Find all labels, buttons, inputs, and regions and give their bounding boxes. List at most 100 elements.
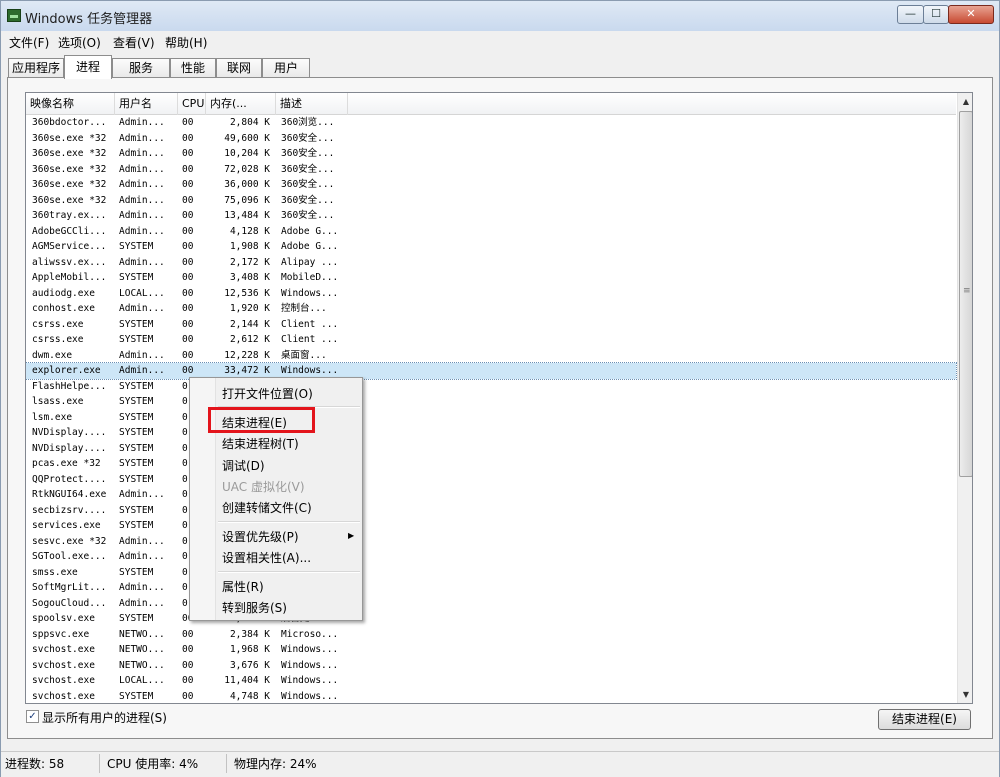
- status-divider: [99, 754, 100, 773]
- table-row[interactable]: smss.exe SYSTEM 0: [26, 565, 956, 581]
- title-bar[interactable]: Windows 任务管理器 — ☐ ✕: [1, 1, 999, 31]
- table-row[interactable]: 360se.exe *32 Admin... 00 10,204 K 360安全...: [26, 146, 956, 162]
- tab-users[interactable]: 用户: [262, 58, 310, 78]
- column-cpu[interactable]: CPU: [178, 93, 206, 115]
- table-row[interactable]: spoolsv.exeSYSTEM005,292 K后台处...: [26, 611, 956, 627]
- tab-applications[interactable]: 应用程序: [8, 58, 64, 78]
- show-all-users-label[interactable]: 显示所有用户的进程(S): [42, 709, 167, 726]
- tab-performance[interactable]: 性能: [170, 58, 216, 78]
- cell-image-name: NVDisplay....: [32, 427, 107, 438]
- ctx-set-priority[interactable]: 设置优先级(P): [222, 528, 299, 545]
- table-row[interactable]: svchost.exe NETWO... 00 3,676 K Windows...: [26, 658, 956, 674]
- table-row[interactable]: 360se.exe *32 Admin... 00 75,096 K 360安全...: [26, 193, 956, 209]
- window-title: Windows 任务管理器: [25, 12, 153, 27]
- cell-user-name: Admin...: [119, 225, 165, 237]
- column-user-name[interactable]: 用户名: [115, 93, 178, 115]
- table-row[interactable]: NVDisplay.... SYSTEM 0: [26, 425, 956, 441]
- table-row[interactable]: AdobeGCCli... Admin... 00 4,128 K Adobe G...: [26, 224, 956, 240]
- table-row[interactable]: csrss.exe SYSTEM 00 2,144 K Client ...: [26, 317, 956, 333]
- cell-memory: 3,676 K: [229, 659, 270, 671]
- scroll-up-icon[interactable]: ▲: [958, 93, 972, 110]
- table-row[interactable]: FlashHelpe... SYSTEM 0: [26, 379, 956, 395]
- cell-image-name: AppleMobil...: [32, 272, 107, 283]
- cell-image-name: dwm.exe: [32, 349, 73, 361]
- ctx-end-process-tree[interactable]: 结束进程树(T): [222, 435, 299, 452]
- table-row[interactable]: SoftMgrLit... Admin... 0: [26, 580, 956, 596]
- end-process-button[interactable]: 结束进程(E): [878, 709, 971, 730]
- table-row[interactable]: lsass.exe SYSTEM 0: [26, 394, 956, 410]
- table-row[interactable]: secbizsrv.... SYSTEM 0: [26, 503, 956, 519]
- ctx-properties[interactable]: 属性(R): [222, 578, 264, 595]
- table-row[interactable]: NVDisplay.... SYSTEM 0: [26, 441, 956, 457]
- cell-cpu: 00: [182, 179, 194, 190]
- cell-user-name: SYSTEM: [119, 334, 154, 345]
- cell-image-name: svchost.exe: [32, 690, 95, 702]
- table-row[interactable]: 360tray.ex... Admin... 00 13,484 K 360安全...: [26, 208, 956, 224]
- table-row[interactable]: lsm.exe SYSTEM 0: [26, 410, 956, 426]
- cell-user-name: SYSTEM: [119, 613, 154, 624]
- table-row[interactable]: 360bdoctor... Admin... 00 2,804 K 360浏览...: [26, 115, 956, 131]
- table-row[interactable]: SogouCloud... Admin... 0: [26, 596, 956, 612]
- cell-user-name: SYSTEM: [119, 380, 154, 392]
- tab-processes[interactable]: 进程: [64, 55, 112, 79]
- menu-help[interactable]: 帮助(H): [165, 34, 207, 51]
- cell-description: Windows...: [281, 287, 339, 299]
- table-row[interactable]: RtkNGUI64.exe Admin... 0: [26, 487, 956, 503]
- tab-networking[interactable]: 联网: [216, 58, 262, 78]
- cell-description: Alipay ...: [281, 256, 339, 268]
- table-row[interactable]: 360se.exe *32 Admin... 00 72,028 K 360安全...: [26, 162, 956, 178]
- table-row[interactable]: dwm.exe Admin... 00 12,228 K 桌面窗...: [26, 348, 956, 364]
- vertical-scrollbar[interactable]: ▲ ≡ ▼: [957, 93, 972, 703]
- cell-memory: 36,000 K: [224, 179, 270, 190]
- cell-image-name: secbizsrv....: [32, 504, 107, 516]
- close-button[interactable]: ✕: [948, 5, 994, 24]
- table-row[interactable]: sppsvc.exe NETWO... 00 2,384 K Microso...: [26, 627, 956, 643]
- table-row[interactable]: AGMService... SYSTEM 00 1,908 K Adobe G...: [26, 239, 956, 255]
- tab-services[interactable]: 服务: [112, 58, 170, 78]
- cell-image-name: sesvc.exe *32: [32, 535, 107, 547]
- cell-cpu: 00: [182, 163, 194, 175]
- cell-memory: 2,384 K: [229, 628, 270, 640]
- process-list[interactable]: ▲ 映像名称 用户名 CPU 内存(... 描述 360bdoctor... Ad…: [25, 92, 973, 704]
- table-row[interactable]: audiodg.exe LOCAL... 00 12,536 K Windows...: [26, 286, 956, 302]
- grip-icon: ≡: [963, 286, 971, 296]
- scroll-thumb[interactable]: ≡: [959, 111, 972, 477]
- table-row[interactable]: aliwssv.ex... Admin... 00 2,172 K Alipay ...: [26, 255, 956, 271]
- column-memory[interactable]: 内存(...: [206, 93, 276, 115]
- table-row[interactable]: csrss.exe SYSTEM 00 2,612 K Client ...: [26, 332, 956, 348]
- cell-image-name: NVDisplay....: [32, 442, 107, 454]
- ctx-open-file-location[interactable]: 打开文件位置(O): [222, 385, 313, 402]
- menu-file[interactable]: 文件(F): [9, 34, 49, 51]
- column-image-name[interactable]: ▲ 映像名称: [26, 93, 115, 115]
- table-row[interactable]: svchost.exe SYSTEM 00 4,748 K Windows...: [26, 689, 956, 704]
- cell-image-name: 360bdoctor...: [32, 117, 107, 128]
- ctx-create-dump-file[interactable]: 创建转储文件(C): [222, 499, 312, 516]
- table-row[interactable]: pcas.exe *32 SYSTEM 0: [26, 456, 956, 472]
- cell-cpu: 00: [182, 303, 194, 314]
- cell-cpu: 00: [182, 117, 194, 128]
- table-row[interactable]: SGTool.exe... Admin... 0: [26, 549, 956, 565]
- menu-view[interactable]: 查看(V): [113, 34, 155, 51]
- table-row[interactable]: conhost.exe Admin... 00 1,920 K 控制台...: [26, 301, 956, 317]
- table-row[interactable]: 360se.exe *32 Admin... 00 36,000 K 360安全...: [26, 177, 956, 193]
- table-row[interactable]: sesvc.exe *32 Admin... 0: [26, 534, 956, 550]
- scroll-down-icon[interactable]: ▼: [958, 686, 972, 703]
- cell-description: 360安全...: [281, 132, 335, 144]
- ctx-debug[interactable]: 调试(D): [222, 457, 265, 474]
- table-row[interactable]: QQProtect.... SYSTEM 0: [26, 472, 956, 488]
- minimize-button[interactable]: —: [897, 5, 924, 24]
- table-row[interactable]: svchost.exe NETWO... 00 1,968 K Windows...: [26, 642, 956, 658]
- table-row[interactable]: explorer.exe Admin... 00 33,472 K Windows...: [26, 362, 957, 380]
- table-row[interactable]: services.exe SYSTEM 0: [26, 518, 956, 534]
- menu-options[interactable]: 选项(O): [58, 34, 101, 51]
- cell-memory: 4,128 K: [229, 225, 270, 237]
- cell-user-name: Admin...: [119, 349, 165, 361]
- table-row[interactable]: svchost.exe LOCAL... 00 11,404 K Windows...: [26, 673, 956, 689]
- column-description[interactable]: 描述: [276, 93, 348, 115]
- table-row[interactable]: AppleMobil... SYSTEM 00 3,408 K MobileD...: [26, 270, 956, 286]
- ctx-go-to-service[interactable]: 转到服务(S): [222, 599, 287, 616]
- ctx-set-affinity[interactable]: 设置相关性(A)...: [222, 549, 311, 566]
- maximize-button[interactable]: ☐: [923, 5, 949, 24]
- table-row[interactable]: 360se.exe *32 Admin... 00 49,600 K 360安全...: [26, 131, 956, 147]
- show-all-users-checkbox[interactable]: ✓: [26, 710, 39, 723]
